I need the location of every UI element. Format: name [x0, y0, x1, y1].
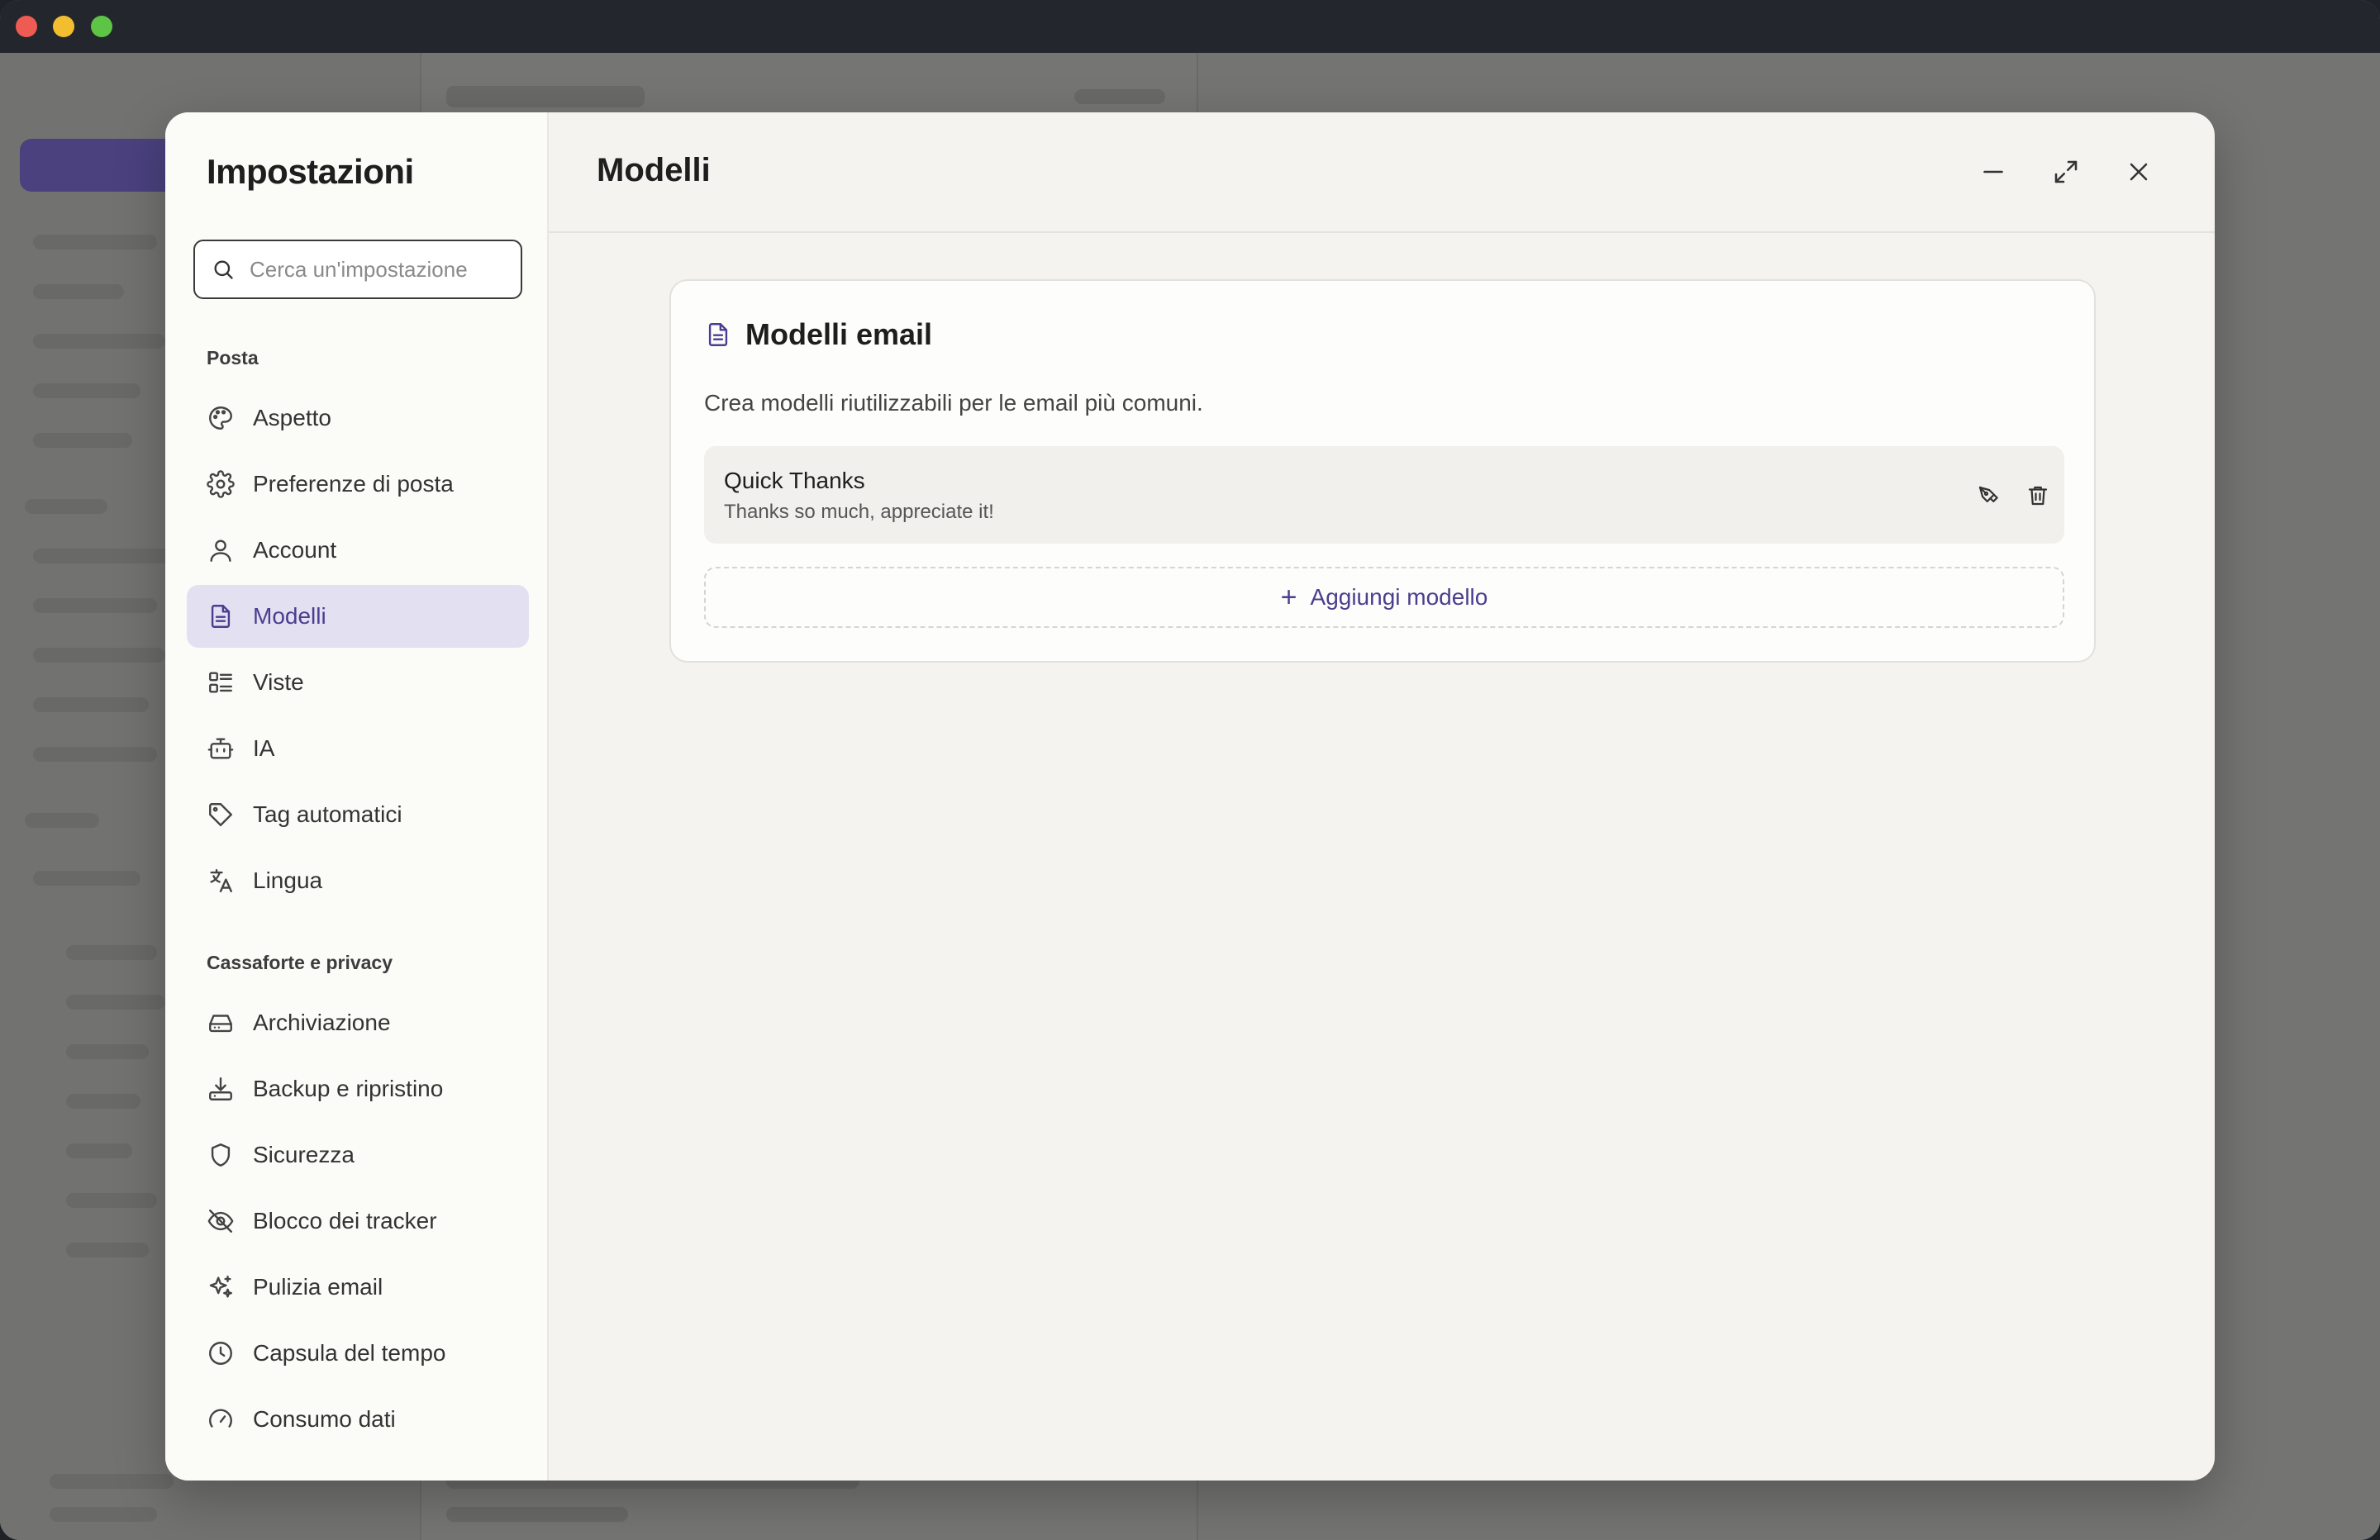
nav-item-backup-e-ripristino[interactable]: Backup e ripristino [187, 1058, 529, 1120]
section-label-vault: Cassaforte e privacy [207, 952, 393, 973]
card-title: Modelli email [745, 317, 933, 351]
title-bar [0, 0, 2380, 53]
nav-item-blocco-dei-tracker[interactable]: Blocco dei tracker [187, 1190, 529, 1252]
card-description: Crea modelli riutilizzabili per le email… [704, 390, 1203, 416]
page-title: Modelli [597, 152, 711, 188]
close-window-button[interactable] [16, 16, 37, 37]
nav-item-modelli[interactable]: Modelli [187, 585, 529, 648]
search-input[interactable] [250, 256, 514, 283]
nav-item-archiviazione[interactable]: Archiviazione [187, 991, 529, 1054]
delete-template-button[interactable] [2020, 478, 2056, 514]
app-window: Impostazioni Posta Aspetto Preferenze di… [0, 0, 2380, 1540]
download-tray-icon [209, 1077, 232, 1100]
nav-item-label: IA [253, 735, 275, 761]
minus-icon [1983, 170, 2003, 173]
tag-icon [209, 803, 232, 826]
close-dialog-button[interactable] [2117, 150, 2160, 193]
template-name: Quick Thanks [724, 468, 865, 493]
nav-item-sicurezza[interactable]: Sicurezza [187, 1124, 529, 1186]
minimize-dialog-button[interactable] [1972, 150, 2015, 193]
nav-item-account[interactable]: Account [187, 519, 529, 582]
settings-nav: Impostazioni Posta Aspetto Preferenze di… [165, 112, 549, 1481]
nav-item-label: Preferenze di posta [253, 471, 454, 497]
zoom-window-button[interactable] [91, 16, 112, 37]
nav-item-tag-automatici[interactable]: Tag automatici [187, 783, 529, 846]
nav-item-label: Sicurezza [253, 1142, 355, 1167]
add-template-button[interactable]: + Aggiungi modello [704, 567, 2064, 628]
section-label-mail: Posta [207, 347, 259, 368]
nav-item-label: Backup e ripristino [253, 1076, 444, 1101]
nav-item-label: Modelli [253, 603, 326, 629]
nav-item-label: Archiviazione [253, 1010, 391, 1035]
palette-icon [209, 406, 232, 430]
settings-search[interactable] [193, 240, 522, 299]
nav-item-label: Lingua [253, 867, 323, 893]
content-header: Modelli [549, 112, 2215, 233]
gear-icon [207, 470, 235, 498]
gauge-icon [209, 1409, 232, 1428]
nav-item-label: Tag automatici [253, 801, 402, 827]
document-icon [708, 323, 728, 346]
user-icon [210, 539, 231, 562]
nav-item-pulizia-email[interactable]: Pulizia email [187, 1256, 529, 1319]
nav-item-label: Consumo dati [253, 1406, 396, 1432]
settings-content: Modelli Modelli email Crea modelli riuti… [549, 112, 2215, 1481]
expand-dialog-button[interactable] [2044, 150, 2087, 193]
add-template-label: Aggiungi modello [1310, 584, 1488, 610]
card-header: Modelli email [704, 317, 932, 352]
hard-drive-icon [209, 1015, 232, 1033]
nav-item-label: Account [253, 537, 337, 563]
shield-icon [211, 1143, 231, 1167]
settings-dialog: Impostazioni Posta Aspetto Preferenze di… [165, 112, 2215, 1481]
nav-item-label: Pulizia email [253, 1274, 383, 1300]
edit-template-button[interactable] [1970, 478, 2006, 514]
nav-item-aspetto[interactable]: Aspetto [187, 387, 529, 449]
expand-icon [2054, 160, 2078, 183]
pen-icon [1978, 486, 1998, 502]
nav-item-label: Capsula del tempo [253, 1340, 446, 1366]
eye-off-icon [207, 1210, 234, 1233]
nav-item-consumo-dati[interactable]: Consumo dati [187, 1388, 529, 1451]
plus-icon: + [1280, 582, 1297, 613]
nav-item-capsula-del-tempo[interactable]: Capsula del tempo [187, 1322, 529, 1385]
nav-item-label: Viste [253, 669, 304, 695]
search-icon [214, 260, 233, 279]
nav-item-preferenze-di-posta[interactable]: Preferenze di posta [187, 453, 529, 516]
document-icon [211, 605, 231, 628]
trash-icon [2028, 486, 2048, 506]
email-templates-card: Modelli email Crea modelli riutilizzabil… [669, 279, 2096, 663]
translate-icon [210, 869, 232, 892]
template-item[interactable]: Quick Thanks Thanks so much, appreciate … [704, 446, 2064, 544]
minimize-window-button[interactable] [53, 16, 74, 37]
clock-icon [209, 1342, 232, 1365]
template-body: Thanks so much, appreciate it! [724, 501, 994, 523]
nav-item-label: Aspetto [253, 405, 331, 430]
settings-title: Impostazioni [207, 152, 414, 191]
close-icon [2130, 163, 2148, 181]
list-view-icon [209, 672, 232, 693]
nav-item-viste[interactable]: Viste [187, 651, 529, 714]
sparkles-icon [209, 1276, 232, 1298]
bot-icon [207, 738, 234, 759]
nav-item-label: Blocco dei tracker [253, 1208, 437, 1233]
nav-item-lingua[interactable]: Lingua [187, 849, 529, 912]
nav-item-ia[interactable]: IA [187, 717, 529, 780]
